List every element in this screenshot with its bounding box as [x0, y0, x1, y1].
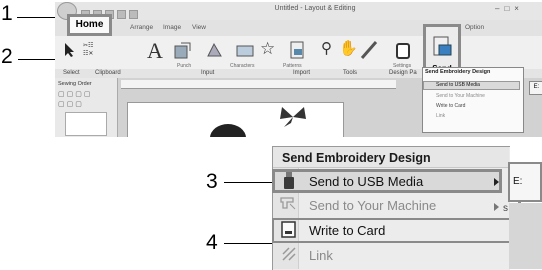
menu-item-card-label[interactable]: Write to Card [309, 223, 385, 238]
callout-3: 3 [206, 170, 218, 193]
butterfly-motif [280, 107, 306, 127]
group-select: Select [63, 70, 80, 76]
shape-icon[interactable] [173, 41, 193, 61]
group-tools: Tools [343, 70, 358, 76]
clipboard-group-icons[interactable]: ✂☷ ☷✕ [83, 42, 93, 58]
group-import: Import [293, 70, 311, 76]
callout-4-line [224, 243, 274, 244]
usb-icon [284, 172, 294, 189]
measure-icon[interactable] [360, 40, 378, 60]
mini-item-card[interactable]: Write to Card [436, 103, 465, 109]
submenu-arrow-icon [494, 178, 499, 186]
mini-item-machine[interactable]: Send to Your Machine [436, 93, 485, 99]
ribbon: ✂☷ ☷✕ A ☆ ⚲ ✋ Punch Characters Patterns S… [55, 36, 542, 70]
select-arrow-icon[interactable] [63, 42, 77, 58]
sewing-order-thumbnail[interactable] [65, 112, 107, 136]
callout-4: 4 [206, 231, 218, 254]
tab-arrange[interactable]: Arrange [130, 24, 153, 31]
sewing-order-tools[interactable]: ▢▢▢▢ [58, 90, 92, 98]
background-window-strip [509, 203, 542, 269]
app-window-screenshot: Untitled - Layout & Editing –□× Arrange … [55, 2, 542, 137]
card-icon [281, 221, 296, 238]
group-design-page: Design Pa [389, 70, 417, 76]
group-clipboard: Clipboard [95, 70, 121, 76]
sewing-order-panel: Sewing Order ▢▢▢▢ ▢▢▢ [55, 78, 118, 137]
hand-icon[interactable]: ✋ [339, 39, 358, 57]
window-controls[interactable]: –□× [495, 4, 524, 13]
menu-item-usb-label: Send to USB Media [309, 174, 424, 189]
machine-icon [280, 197, 296, 210]
menu-item-link-label[interactable]: Link [309, 248, 333, 263]
mini-item-usb[interactable]: Send to USB Media [436, 82, 480, 88]
tab-image[interactable]: Image [163, 24, 181, 31]
send-dropdown-menu [422, 67, 524, 133]
ribbon-tab-bar: Arrange Image View Option [55, 20, 542, 36]
mini-item-link[interactable]: Link [436, 113, 445, 119]
sewing-order-tools-2[interactable]: ▢▢▢ [58, 100, 84, 108]
characters-icon[interactable] [235, 41, 255, 61]
window-title: Untitled - Layout & Editing [274, 5, 356, 12]
group-input: Input [201, 70, 215, 76]
sewing-order-label: Sewing Order [58, 81, 92, 87]
design-motif [210, 124, 246, 137]
submenu-arrow-icon-2 [494, 203, 499, 211]
design-page-icon[interactable] [393, 41, 413, 61]
import-icon[interactable] [287, 40, 307, 62]
qat-undo-icon[interactable] [117, 10, 126, 19]
callout-2: 2 [1, 45, 13, 68]
option-menu[interactable]: Option [465, 24, 484, 31]
design-canvas[interactable] [127, 102, 344, 137]
mini-submenu-drive[interactable]: E: [529, 81, 542, 95]
send-menu-title: Send Embroidery Design [425, 69, 491, 75]
text-icon[interactable]: A [147, 38, 163, 64]
tab-home[interactable]: Home [67, 14, 112, 36]
menu-item-machine-label[interactable]: Send to Your Machine [309, 198, 436, 213]
link-icon [282, 247, 296, 261]
patterns-star-icon[interactable]: ☆ [260, 39, 275, 59]
tab-view[interactable]: View [192, 24, 206, 31]
background-partial-text: s [503, 203, 508, 214]
punch-icon[interactable] [205, 41, 225, 61]
qat-redo-icon[interactable] [129, 10, 138, 19]
magnifier-icon[interactable]: ⚲ [321, 39, 332, 57]
callout-3-line [224, 182, 274, 183]
send-icon [433, 36, 452, 56]
callout-1: 1 [1, 2, 13, 25]
menu-title: Send Embroidery Design [282, 151, 431, 165]
drive-letter[interactable]: E: [513, 176, 522, 187]
ruler [121, 80, 396, 89]
